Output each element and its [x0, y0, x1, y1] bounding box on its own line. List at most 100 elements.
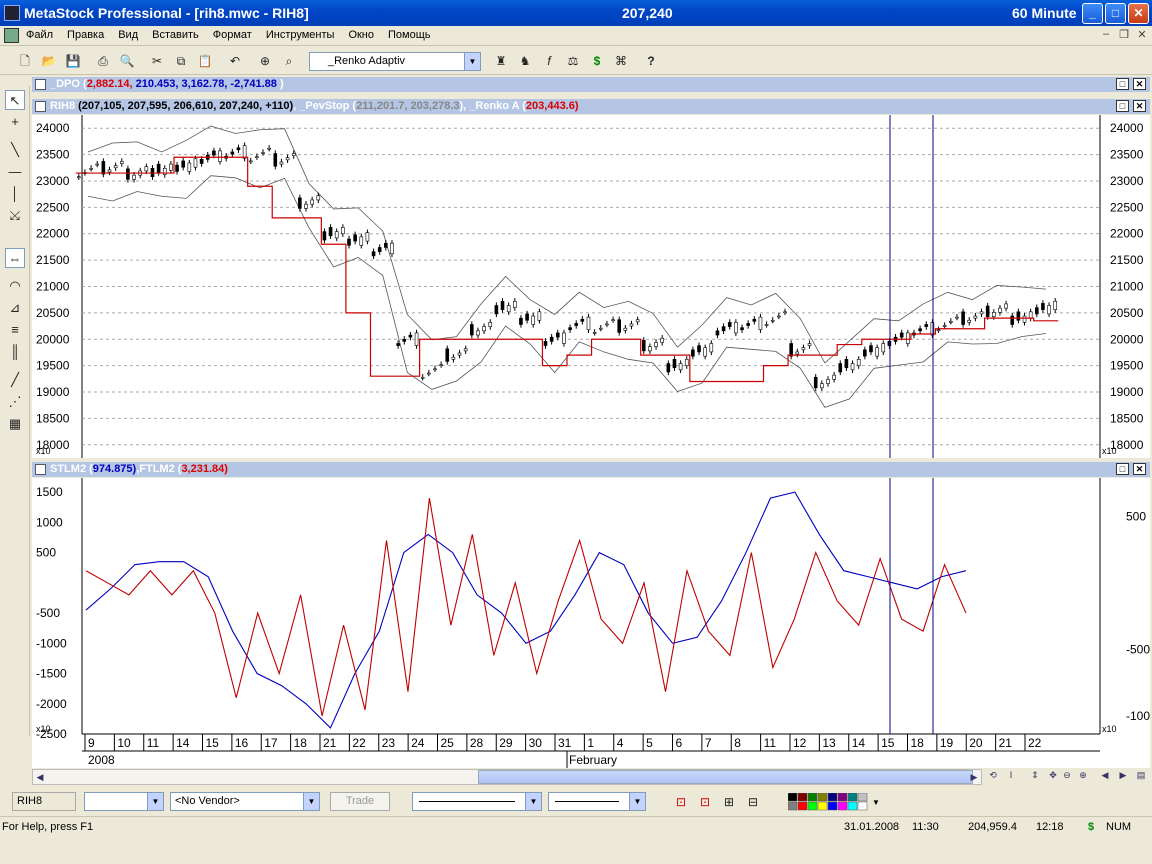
close-button[interactable]: ✕: [1128, 3, 1149, 24]
copy-icon[interactable]: ⧉: [172, 52, 190, 70]
price-chart[interactable]: 18000 1800018500 1850019000 1900019500 19500…: [32, 115, 1150, 458]
mdi-close-icon[interactable]: ✕: [1134, 28, 1150, 43]
chevron-down-icon[interactable]: ▼: [147, 793, 163, 810]
horizontal-line-icon[interactable]: —: [5, 162, 25, 182]
scroll-thumb[interactable]: [478, 770, 973, 784]
menu-view[interactable]: Вид: [118, 29, 138, 41]
arcs-icon[interactable]: ◠: [5, 276, 25, 296]
menu-format[interactable]: Формат: [213, 29, 252, 41]
exit-long-icon[interactable]: ⊞: [720, 793, 738, 811]
new-icon[interactable]: 🗋: [16, 52, 34, 70]
fan-lines-icon[interactable]: ⊿: [5, 298, 25, 318]
retracement-icon[interactable]: ≡: [5, 320, 25, 340]
gann-grid-icon[interactable]: ▦: [5, 414, 25, 434]
menu-window[interactable]: Окно: [348, 29, 374, 41]
crosshair-icon[interactable]: ⊕: [256, 52, 274, 70]
trade-button[interactable]: Trade: [330, 792, 390, 811]
zoom-icon[interactable]: ⌕: [280, 52, 298, 70]
crosshair-tool-icon[interactable]: +: [5, 112, 25, 132]
line-style-combo[interactable]: ▼: [412, 792, 542, 811]
scroll-left-icon[interactable]: ◀: [33, 770, 47, 784]
next-icon[interactable]: ▶: [1116, 768, 1130, 782]
template-combo-value: _Renko Adaptiv: [328, 55, 406, 67]
zoom-in-icon[interactable]: ⊕: [1076, 768, 1090, 782]
cut-icon[interactable]: ✂: [148, 52, 166, 70]
vendor-combo[interactable]: <No Vendor> ▼: [170, 792, 320, 811]
color-palette[interactable]: ▼: [788, 793, 884, 811]
pane-close-icon[interactable]: ✕: [1133, 463, 1146, 475]
vertical-zoom-icon[interactable]: ⇕: [1028, 768, 1042, 782]
candle-body: [390, 242, 394, 255]
x-axis-label: 30: [529, 736, 543, 750]
trendline-icon[interactable]: ╲: [5, 140, 25, 160]
oscillator-pane[interactable]: -2500-2000-1500-1000-50050010001500-1000…: [32, 478, 1152, 768]
help-icon[interactable]: ?: [642, 52, 660, 70]
exit-short-icon[interactable]: ⊟: [744, 793, 762, 811]
sell-icon[interactable]: ⊡: [672, 793, 690, 811]
menu-help[interactable]: Помощь: [388, 29, 431, 41]
candle-body: [555, 332, 560, 338]
minimize-button[interactable]: _: [1082, 3, 1103, 24]
maximize-button[interactable]: □: [1105, 3, 1126, 24]
horizontal-scrollbar[interactable]: ◀ ▶: [32, 769, 982, 785]
pane-maximize-icon[interactable]: □: [1116, 463, 1129, 475]
pane-maximize-icon[interactable]: □: [1116, 100, 1129, 112]
print-preview-icon[interactable]: 🔍: [118, 52, 136, 70]
symbol-field[interactable]: RIH8: [12, 792, 76, 811]
price-chart-pane[interactable]: 18000 18000 18500 18500 19000 19000 19500 19500…: [32, 115, 1150, 458]
menu-file[interactable]: Файл: [26, 29, 53, 41]
formula-icon[interactable]: f: [540, 52, 558, 70]
open-icon[interactable]: 📂: [40, 52, 58, 70]
mdi-restore-icon[interactable]: ❐: [1116, 28, 1132, 43]
expert-icon[interactable]: ♜: [492, 52, 510, 70]
line-weight-combo[interactable]: ▼: [548, 792, 646, 811]
system-icon[interactable]: ⚖: [564, 52, 582, 70]
paste-icon[interactable]: 📋: [196, 52, 214, 70]
print-icon[interactable]: ⎙: [94, 52, 112, 70]
save-icon[interactable]: 💾: [64, 52, 82, 70]
undo-icon[interactable]: ↶: [226, 52, 244, 70]
dollar-icon[interactable]: $: [588, 52, 606, 70]
price-pane-header[interactable]: RIH8 (207,105, 207,595, 206,610, 207,240…: [32, 99, 1150, 114]
scroll-right-icon[interactable]: ▶: [967, 770, 981, 784]
document-icon[interactable]: [4, 28, 19, 43]
move-icon[interactable]: ✥: [1046, 768, 1060, 782]
pointer-icon[interactable]: ↖: [5, 90, 25, 110]
menu-tools[interactable]: Инструменты: [266, 29, 335, 41]
candle-body: [721, 326, 726, 332]
pane-close-icon[interactable]: ✕: [1133, 100, 1146, 112]
vertical-line-icon[interactable]: │: [5, 184, 25, 204]
candle-body: [1053, 300, 1058, 311]
cycle-lines-icon[interactable]: ⇔: [5, 248, 25, 268]
pane-maximize-icon[interactable]: □: [1116, 78, 1129, 90]
explorer-icon[interactable]: ♞: [516, 52, 534, 70]
buy-icon[interactable]: ⊡: [696, 793, 714, 811]
chevron-down-icon[interactable]: ▼: [303, 793, 319, 810]
fibonacci-icon[interactable]: ⤩: [5, 206, 25, 226]
oscillator-chart[interactable]: -2500-2000-1500-1000-50050010001500-1000…: [32, 478, 1152, 768]
menu-insert[interactable]: Вставить: [152, 29, 199, 41]
dpo-pane-header[interactable]: _DPO (2,882.14, 210.453, 3,162.78, -2,74…: [32, 77, 1150, 92]
scale-icon[interactable]: ⟲: [986, 768, 1000, 782]
zoom-out-icon[interactable]: ⊖: [1060, 768, 1074, 782]
regression-icon[interactable]: ╱: [5, 370, 25, 390]
cursor-icon[interactable]: I: [1004, 768, 1018, 782]
x-axis-label: 19: [940, 736, 954, 750]
chevron-down-icon[interactable]: ▼: [629, 793, 645, 810]
price-y-tick-left: 22000: [36, 227, 70, 241]
prev-icon[interactable]: ◀: [1098, 768, 1112, 782]
layout-icon[interactable]: ▤: [1134, 768, 1148, 782]
security-combo[interactable]: ▼: [84, 792, 164, 811]
chevron-down-icon[interactable]: ▼: [464, 53, 480, 70]
palette-swatch: [797, 801, 808, 811]
chevron-down-icon[interactable]: ▼: [525, 793, 541, 810]
oscillator-pane-header[interactable]: STLM2 (974.875),FTLM2 (3,231.84) □ ✕: [32, 462, 1150, 477]
pane-close-icon[interactable]: ✕: [1133, 78, 1146, 90]
time-zones-icon[interactable]: ║: [5, 342, 25, 362]
template-combo[interactable]: _Renko Adaptiv ▼: [309, 52, 481, 71]
speed-lines-icon[interactable]: ⋰: [5, 392, 25, 412]
menu-edit[interactable]: Правка: [67, 29, 104, 41]
mdi-minimize-icon[interactable]: –: [1098, 28, 1114, 43]
binoculars-icon[interactable]: ⌘: [612, 52, 630, 70]
metastock-app-icon[interactable]: [4, 5, 20, 21]
